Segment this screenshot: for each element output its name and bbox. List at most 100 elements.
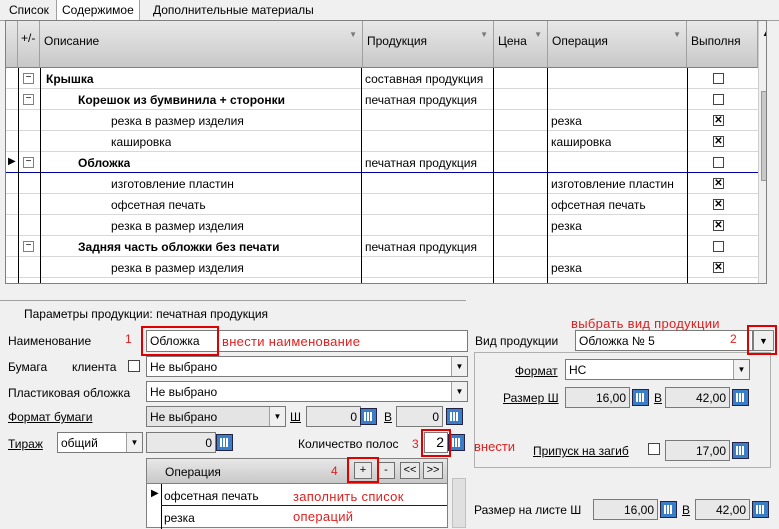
table-row[interactable]: − Задняя часть обложки без печати печатная…: [6, 236, 766, 257]
operation-row[interactable]: офсетная печать: [164, 489, 259, 503]
run-value-input[interactable]: 0: [146, 432, 216, 453]
column-header-expand[interactable]: +/-: [18, 21, 40, 68]
done-checkbox[interactable]: ✕: [713, 115, 724, 126]
chevron-down-icon[interactable]: ▼: [733, 360, 749, 379]
done-checkbox[interactable]: ✕: [713, 199, 724, 210]
collapse-icon[interactable]: −: [23, 241, 34, 252]
chevron-down-icon[interactable]: ▼: [126, 433, 142, 452]
tab-list[interactable]: Список: [4, 0, 54, 20]
plastic-cover-label: Пластиковая обложка: [8, 386, 131, 400]
table-row[interactable]: изготовление пластин изготовление пластин…: [6, 173, 766, 194]
done-checkbox[interactable]: ✕: [713, 178, 724, 189]
client-paper-checkbox[interactable]: [128, 360, 140, 372]
collapse-icon[interactable]: −: [23, 94, 34, 105]
size-width-input[interactable]: 16,00: [565, 387, 630, 408]
done-checkbox[interactable]: [713, 94, 724, 105]
calculator-icon[interactable]: [752, 501, 769, 518]
operations-scrollbar[interactable]: [452, 478, 466, 528]
table-row[interactable]: резка в размер изделия резка ✕: [6, 110, 766, 131]
column-header-product[interactable]: Продукция ▼: [363, 21, 494, 68]
sheet-width-input[interactable]: 16,00: [593, 499, 658, 520]
row-operation: резка: [551, 114, 582, 128]
calculator-icon[interactable]: [216, 434, 233, 451]
calculator-icon[interactable]: [660, 501, 677, 518]
product-kind-select[interactable]: Обложка № 5: [575, 330, 753, 351]
size-height-input[interactable]: 42,00: [665, 387, 730, 408]
calculator-icon[interactable]: [732, 389, 749, 406]
row-product: печатная продукция: [365, 93, 477, 107]
annotation-box-kind: [747, 325, 777, 355]
table-row[interactable]: кашировка кашировка ✕: [6, 131, 766, 152]
fold-allowance-input[interactable]: 17,00: [665, 440, 730, 461]
params-title: Параметры продукции: печатная продукция: [24, 307, 269, 321]
move-last-button[interactable]: >>: [423, 462, 443, 479]
client-paper-label: клиента: [72, 360, 117, 374]
row-operation: кашировка: [551, 135, 612, 149]
paper-format-link[interactable]: Формат бумаги: [8, 410, 92, 424]
row-description: Обложка: [78, 156, 131, 170]
calculator-icon[interactable]: [732, 442, 749, 459]
row-description: Задняя часть обложки без печати: [78, 240, 280, 254]
calculator-icon[interactable]: [360, 408, 377, 425]
grid-vertical-scrollbar[interactable]: ▲: [758, 21, 766, 283]
table-row[interactable]: − Крышка составная продукция: [6, 68, 766, 89]
row-description: кашировка: [111, 135, 172, 149]
row-product: составная продукция: [365, 72, 484, 86]
paper-format-select[interactable]: Не выбрано ▼: [146, 406, 286, 427]
collapse-icon[interactable]: −: [23, 157, 34, 168]
table-row[interactable]: резка в размер изделия резка ✕: [6, 257, 766, 278]
column-header-price[interactable]: Цена ▼: [494, 21, 548, 68]
row-operation: резка: [551, 219, 582, 233]
annotation-box-name: [141, 326, 219, 356]
run-type-select[interactable]: общий ▼: [57, 432, 143, 453]
column-header-done[interactable]: Выполня: [687, 21, 758, 68]
scroll-thumb[interactable]: [761, 91, 766, 181]
row-description: резка в размер изделия: [111, 261, 244, 275]
format-link[interactable]: Формат: [515, 364, 558, 378]
done-checkbox[interactable]: ✕: [713, 220, 724, 231]
tab-contents[interactable]: Содержимое: [56, 0, 140, 21]
done-checkbox[interactable]: [713, 241, 724, 252]
chevron-down-icon[interactable]: ▼: [451, 382, 467, 401]
table-row[interactable]: офсетная печать офсетная печать ✕: [6, 194, 766, 215]
tab-extra-materials[interactable]: Дополнительные материалы: [148, 0, 319, 20]
done-checkbox[interactable]: ✕: [713, 262, 724, 273]
size-height-label: В: [654, 391, 663, 405]
table-row[interactable]: резка в размер изделия резка ✕: [6, 215, 766, 236]
chevron-down-icon[interactable]: ▼: [269, 407, 285, 426]
chevron-down-icon[interactable]: ▼: [451, 357, 467, 376]
paper-label: Бумага: [8, 360, 48, 374]
operation-row[interactable]: резка: [164, 511, 195, 525]
row-operation: резка: [551, 261, 582, 275]
row-product: печатная продукция: [365, 156, 477, 170]
size-width-label: Размер Ш: [503, 391, 559, 405]
column-header-description[interactable]: Описание ▼: [40, 21, 363, 68]
format-select[interactable]: НС ▼: [565, 359, 750, 380]
product-kind-label: Вид продукции: [475, 334, 559, 348]
fold-allowance-checkbox[interactable]: [648, 443, 660, 455]
row-operation: офсетная печать: [551, 198, 646, 212]
format-height-input[interactable]: 0: [396, 406, 443, 427]
annotation-text: заполнить список: [293, 489, 404, 504]
plastic-cover-select[interactable]: Не выбрано ▼: [146, 381, 468, 402]
done-checkbox[interactable]: [713, 157, 724, 168]
table-row[interactable]: − Корешок из бумвинила + сторонки печатная…: [6, 89, 766, 110]
paper-select[interactable]: Не выбрано ▼: [146, 356, 468, 377]
table-row[interactable]: ▶ − Обложка печатная продукция: [6, 152, 766, 173]
row-description: резка в размер изделия: [111, 114, 244, 128]
calculator-icon[interactable]: [632, 389, 649, 406]
column-header-operation[interactable]: Операция ▼: [548, 21, 687, 68]
done-checkbox[interactable]: [713, 73, 724, 84]
scroll-up-icon[interactable]: ▲: [762, 29, 766, 38]
calculator-icon[interactable]: [446, 408, 463, 425]
collapse-icon[interactable]: −: [23, 73, 34, 84]
annotation-text: операций: [293, 509, 354, 524]
remove-operation-button[interactable]: -: [377, 462, 395, 479]
format-width-input[interactable]: 0: [306, 406, 361, 427]
row-description: резка в размер изделия: [111, 219, 244, 233]
current-row-indicator-icon: ▶: [151, 488, 159, 499]
move-first-button[interactable]: <<: [400, 462, 420, 479]
done-checkbox[interactable]: ✕: [713, 136, 724, 147]
sheet-height-input[interactable]: 42,00: [695, 499, 750, 520]
sheet-size-label: Размер на листе Ш: [474, 503, 582, 517]
